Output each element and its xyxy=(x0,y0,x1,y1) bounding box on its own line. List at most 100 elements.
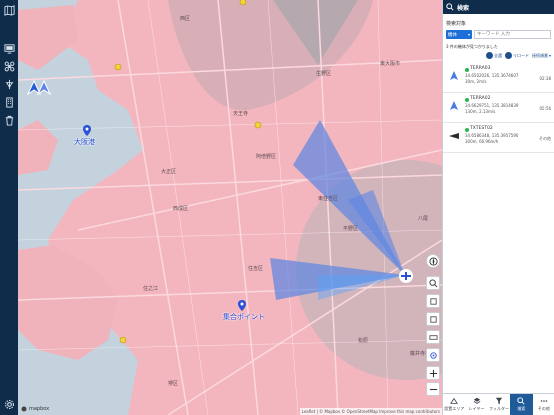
port-pin-icon[interactable] xyxy=(83,125,91,136)
trash-icon[interactable] xyxy=(3,114,15,126)
item-meta: 130m, 2.13m/s xyxy=(465,109,496,114)
select-all-icon xyxy=(485,52,493,59)
drone-icon xyxy=(450,71,458,80)
drone-marker-icon[interactable] xyxy=(36,80,52,96)
label-nishi: 西区 xyxy=(180,16,191,22)
zoom-out-button[interactable] xyxy=(426,382,440,396)
search-icon xyxy=(517,397,525,405)
map-view[interactable]: 西区 東大阪市 生野区 阿倍野区 大正区 西成区 住吉区 平野区 八尾 松原 藤… xyxy=(18,0,442,415)
map-base xyxy=(18,0,442,415)
monitor-icon[interactable] xyxy=(3,42,15,54)
ruler-icon xyxy=(428,334,438,340)
label-hirano: 平野区 xyxy=(343,226,359,232)
drone-icon[interactable] xyxy=(3,60,15,72)
search-icon xyxy=(428,278,437,287)
label-matsubara: 松原 xyxy=(358,338,369,344)
search-panel: 検索 検索対象 機体 ▾ 3 件の機体が見つかりました 全選 リロード 接続順番… xyxy=(442,0,554,415)
select-all-button[interactable]: 全選 xyxy=(485,52,502,59)
tab-more[interactable]: その他 xyxy=(533,394,554,415)
results-actions: 全選 リロード 接続順番 ▾ xyxy=(443,50,554,59)
compass-button[interactable] xyxy=(426,254,440,268)
locate-button[interactable] xyxy=(426,348,440,362)
tab-filter[interactable]: フィルター xyxy=(488,394,510,415)
more-icon xyxy=(540,400,548,402)
label-sumiyoshi: 住吉区 xyxy=(248,266,264,272)
results-count: 3 件の機体が見つかりました xyxy=(446,44,498,49)
list-item[interactable]: TERRA03 34.6502026, 135.3674607 30m, 2m/… xyxy=(443,63,554,93)
item-name: TXTEST02 xyxy=(470,126,493,131)
tab-filter-label: フィルター xyxy=(489,406,509,411)
app-window: 西区 東大阪市 生野区 阿倍野区 大正区 西成区 住吉区 平野区 八尾 松原 藤… xyxy=(0,0,554,415)
poi-meeting-label: 集合ポイント xyxy=(223,313,265,321)
drone-icon xyxy=(450,101,458,110)
list-item[interactable]: TXTEST02 34.6586348, 135.3957590 300m, 6… xyxy=(443,123,554,153)
draw-button[interactable] xyxy=(426,312,440,326)
result-list: TERRA03 34.6502026, 135.3674607 30m, 2m/… xyxy=(443,63,554,153)
item-time: 05:56 xyxy=(539,106,551,111)
tab-more-label: その他 xyxy=(537,406,550,411)
filter-icon xyxy=(495,397,503,405)
category-select-value: 機体 xyxy=(448,32,457,38)
mapbox-logo-text: mapbox xyxy=(29,406,50,412)
compass-icon xyxy=(428,256,438,266)
status-dot xyxy=(465,98,469,102)
results-row: 3 件の機体が見つかりました xyxy=(443,39,554,50)
reload-label: リロード xyxy=(512,52,529,58)
label-taisho: 大正区 xyxy=(161,169,177,175)
sort-label: 接続順番 xyxy=(531,52,548,58)
measure-button[interactable] xyxy=(426,330,440,344)
select-all-label: 全選 xyxy=(493,52,502,58)
bottom-tabs: 設置エリア レイヤー フィルター 検索 その他 xyxy=(443,393,554,415)
tab-layers-label: レイヤー xyxy=(468,406,485,411)
panel-title: 検索 xyxy=(457,4,470,12)
chevron-down-icon: ▾ xyxy=(467,32,470,37)
category-select[interactable]: 機体 ▾ xyxy=(446,30,472,39)
reload-icon xyxy=(504,52,512,59)
status-dot xyxy=(465,68,469,72)
item-meta: 30m, 2m/s xyxy=(465,79,487,84)
reload-button[interactable]: リロード xyxy=(504,52,529,59)
tower-icon[interactable] xyxy=(3,78,15,90)
settings-icon[interactable] xyxy=(3,398,15,410)
layers-icon xyxy=(473,397,481,404)
search-target-label: 検索対象 xyxy=(446,21,467,27)
square-icon xyxy=(429,297,437,305)
list-item[interactable]: TERRA02 34.6629751, 135.3814839 130m, 2.… xyxy=(443,93,554,123)
target-icon xyxy=(429,351,437,359)
chevron-down-icon: ▾ xyxy=(548,53,551,58)
label-suminoe: 住之江 xyxy=(143,286,159,292)
left-rail xyxy=(0,0,18,415)
map-attribution[interactable]: Leaflet | © Mapbox © OpenStreetMap Impro… xyxy=(299,408,442,415)
sort-button[interactable]: 接続順番 ▾ xyxy=(532,53,551,59)
mapbox-logo-icon xyxy=(21,406,27,412)
tab-area-label: 設置エリア xyxy=(444,406,465,411)
tab-search[interactable]: 検索 xyxy=(510,394,533,415)
tab-area[interactable]: 設置エリア xyxy=(443,394,465,415)
status-dot xyxy=(465,128,469,132)
minus-icon xyxy=(429,388,437,390)
item-coords: 34.6502026, 135.3674607 xyxy=(465,73,519,78)
tab-layers[interactable]: レイヤー xyxy=(465,394,487,415)
square-icon xyxy=(429,315,437,323)
map-search-button[interactable] xyxy=(426,276,440,290)
drone-marker-icon[interactable] xyxy=(398,268,414,284)
layer-toggle-button[interactable] xyxy=(426,294,440,308)
item-time: 02:38 xyxy=(539,76,551,81)
zoom-in-button[interactable] xyxy=(426,366,440,380)
plus-icon xyxy=(429,369,437,377)
item-time: その他 xyxy=(539,136,551,141)
map-icon[interactable] xyxy=(3,4,15,16)
tab-search-label: 検索 xyxy=(517,406,526,411)
search-icon xyxy=(446,3,454,11)
search-row: 機体 ▾ xyxy=(443,27,554,39)
mapbox-logo: mapbox xyxy=(21,406,49,412)
label-higashisumiyoshi: 東住吉区 xyxy=(318,196,339,202)
item-name: TERRA02 xyxy=(470,96,491,101)
building-icon[interactable] xyxy=(3,96,15,108)
item-name: TERRA03 xyxy=(470,66,491,71)
keyword-input[interactable] xyxy=(474,30,551,39)
poi-port-label: 大阪港 xyxy=(74,138,95,146)
label-nishinari: 西成区 xyxy=(173,206,189,212)
label-tennoji: 天王寺 xyxy=(233,111,249,117)
meeting-pin-icon[interactable] xyxy=(238,300,246,311)
